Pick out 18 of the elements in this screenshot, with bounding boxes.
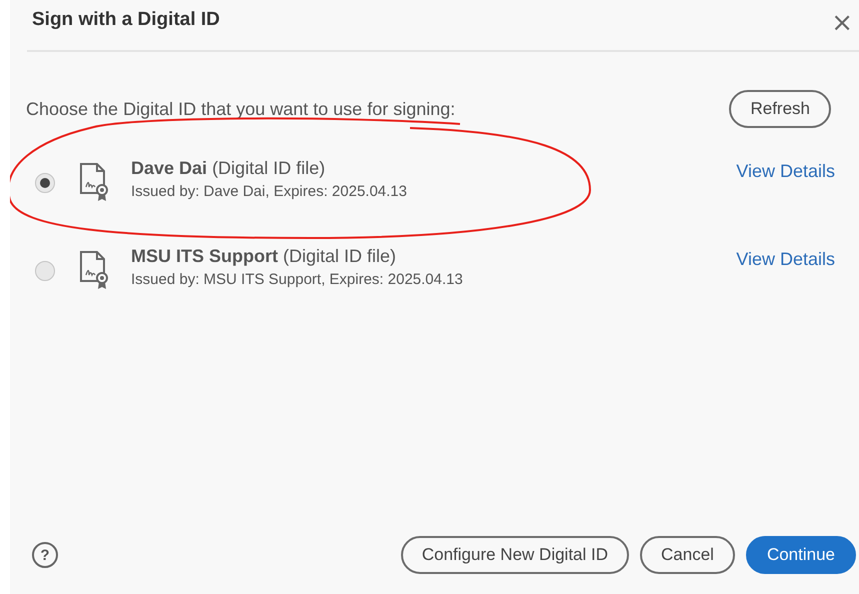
id-details: Issued by: Dave Dai, Expires: 2025.04.13 [131, 183, 408, 200]
help-icon[interactable]: ? [32, 542, 58, 568]
dialog-button[interactable]: Cancel [640, 536, 735, 574]
certificate-icon [79, 250, 109, 290]
dialog-button[interactable]: Configure New Digital ID [400, 536, 630, 574]
continue-button[interactable]: Continue [746, 536, 856, 574]
id-details: Issued by: MSU ITS Support, Expires: 2025.04.13 [131, 271, 464, 288]
view-details-link[interactable]: View Details [736, 161, 835, 182]
certificate-icon [79, 162, 109, 202]
id-name: Dave Dai (Digital ID file) [131, 158, 326, 179]
view-details-link[interactable]: View Details [736, 249, 835, 270]
dialog-title: Sign with a Digital ID [32, 9, 220, 31]
instruction-text: Choose the Digital ID that you want to use for signing: [26, 98, 456, 120]
close-button[interactable]: × [825, 8, 859, 38]
id-name: MSU ITS Support (Digital ID file) [131, 246, 398, 267]
radio-button[interactable] [35, 261, 55, 281]
radio-button[interactable] [35, 173, 55, 193]
refresh-button[interactable]: Refresh [729, 90, 831, 128]
